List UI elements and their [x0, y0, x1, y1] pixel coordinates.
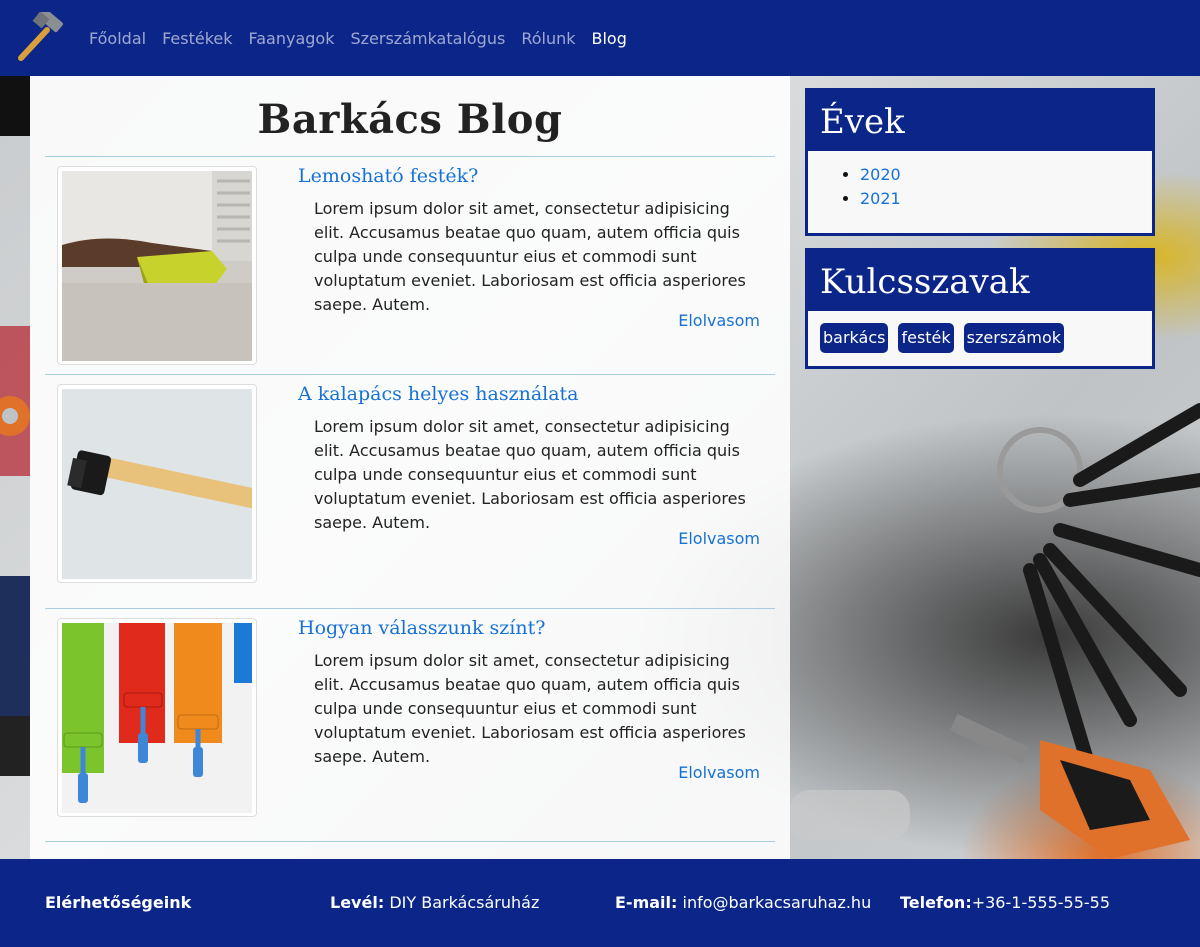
years-card: Évek 2020 2021 [805, 88, 1155, 236]
post-thumbnail[interactable] [57, 166, 257, 365]
list-item: 2020 [860, 163, 1152, 187]
footer-contacts-heading: Elérhetőségeink [45, 893, 191, 912]
read-more-link[interactable]: Elolvasom [678, 529, 760, 548]
footer: Elérhetőségeink Levél: DIY Barkácsáruház… [0, 859, 1200, 947]
blog-main-panel: Barkács Blog Lemosható festék? Lorem ips… [30, 76, 790, 859]
keywords-card-title: Kulcsszavak [808, 251, 1152, 311]
post-title[interactable]: Lemosható festék? [298, 165, 478, 187]
footer-email-label: E-mail: [615, 893, 678, 912]
nav-item-rolunk[interactable]: Rólunk [521, 29, 575, 48]
nav-item-fooldal[interactable]: Főoldal [89, 29, 146, 48]
post-thumbnail[interactable] [57, 618, 257, 817]
post-title[interactable]: Hogyan válasszunk színt? [298, 617, 545, 639]
footer-mail: Levél: DIY Barkácsáruház [330, 893, 539, 912]
post-excerpt: Lorem ipsum dolor sit amet, consectetur … [314, 199, 746, 314]
tag-szerszamok[interactable]: szerszámok [963, 323, 1065, 353]
year-link-2020[interactable]: 2020 [860, 165, 901, 184]
year-link-2021[interactable]: 2021 [860, 189, 901, 208]
nav-item-blog[interactable]: Blog [592, 29, 627, 48]
read-more-link[interactable]: Elolvasom [678, 763, 760, 782]
read-more-link[interactable]: Elolvasom [678, 311, 760, 330]
footer-phone: Telefon:+36-1-555-55-55 [900, 893, 1110, 912]
post-thumbnail[interactable] [57, 384, 257, 583]
footer-contacts-label: Elérhetőségeink [45, 893, 192, 912]
footer-mail-label: Levél: [330, 893, 385, 912]
footer-phone-label: Telefon: [900, 893, 972, 912]
footer-mail-value: DIY Barkácsáruház [389, 893, 540, 912]
nav-item-faanyagok[interactable]: Faanyagok [249, 29, 335, 48]
nav-item-szerszamkatalogus[interactable]: Szerszámkatalógus [350, 29, 505, 48]
post-title[interactable]: A kalapács helyes használata [298, 383, 579, 405]
keywords-card: Kulcsszavak barkács festék szerszámok [805, 248, 1155, 369]
footer-phone-value[interactable]: +36-1-555-55-55 [972, 893, 1110, 912]
nav-item-festekek[interactable]: Festékek [162, 29, 232, 48]
list-item: 2021 [860, 187, 1152, 211]
sponge-cleaning-photo [62, 171, 252, 361]
background-tools-right [790, 403, 1200, 859]
page-title: Barkács Blog [257, 96, 563, 143]
tag-barkacs[interactable]: barkács [820, 323, 889, 353]
post-excerpt: Lorem ipsum dolor sit amet, consectetur … [314, 417, 746, 532]
tag-festek[interactable]: festék [898, 323, 954, 353]
hammer-icon[interactable] [15, 12, 67, 64]
years-card-title: Évek [808, 91, 1152, 151]
blog-post: Lemosható festék? Lorem ipsum dolor sit … [45, 156, 775, 390]
hammer-photo [62, 389, 252, 579]
footer-email: E-mail: info@barkacsaruhaz.hu [615, 893, 871, 912]
paint-rollers-photo [62, 623, 252, 813]
post-excerpt: Lorem ipsum dolor sit amet, consectetur … [314, 651, 746, 766]
blog-post: A kalapács helyes használata Lorem ipsum… [45, 374, 775, 608]
top-navbar: Főoldal Festékek Faanyagok Szerszámkatal… [0, 0, 1200, 76]
years-list: 2020 2021 [808, 151, 1152, 225]
footer-email-value[interactable]: info@barkacsaruhaz.hu [683, 893, 872, 912]
keyword-tags: barkács festék szerszámok [808, 311, 1152, 365]
blog-post: Hogyan válasszunk színt? Lorem ipsum dol… [45, 608, 775, 842]
